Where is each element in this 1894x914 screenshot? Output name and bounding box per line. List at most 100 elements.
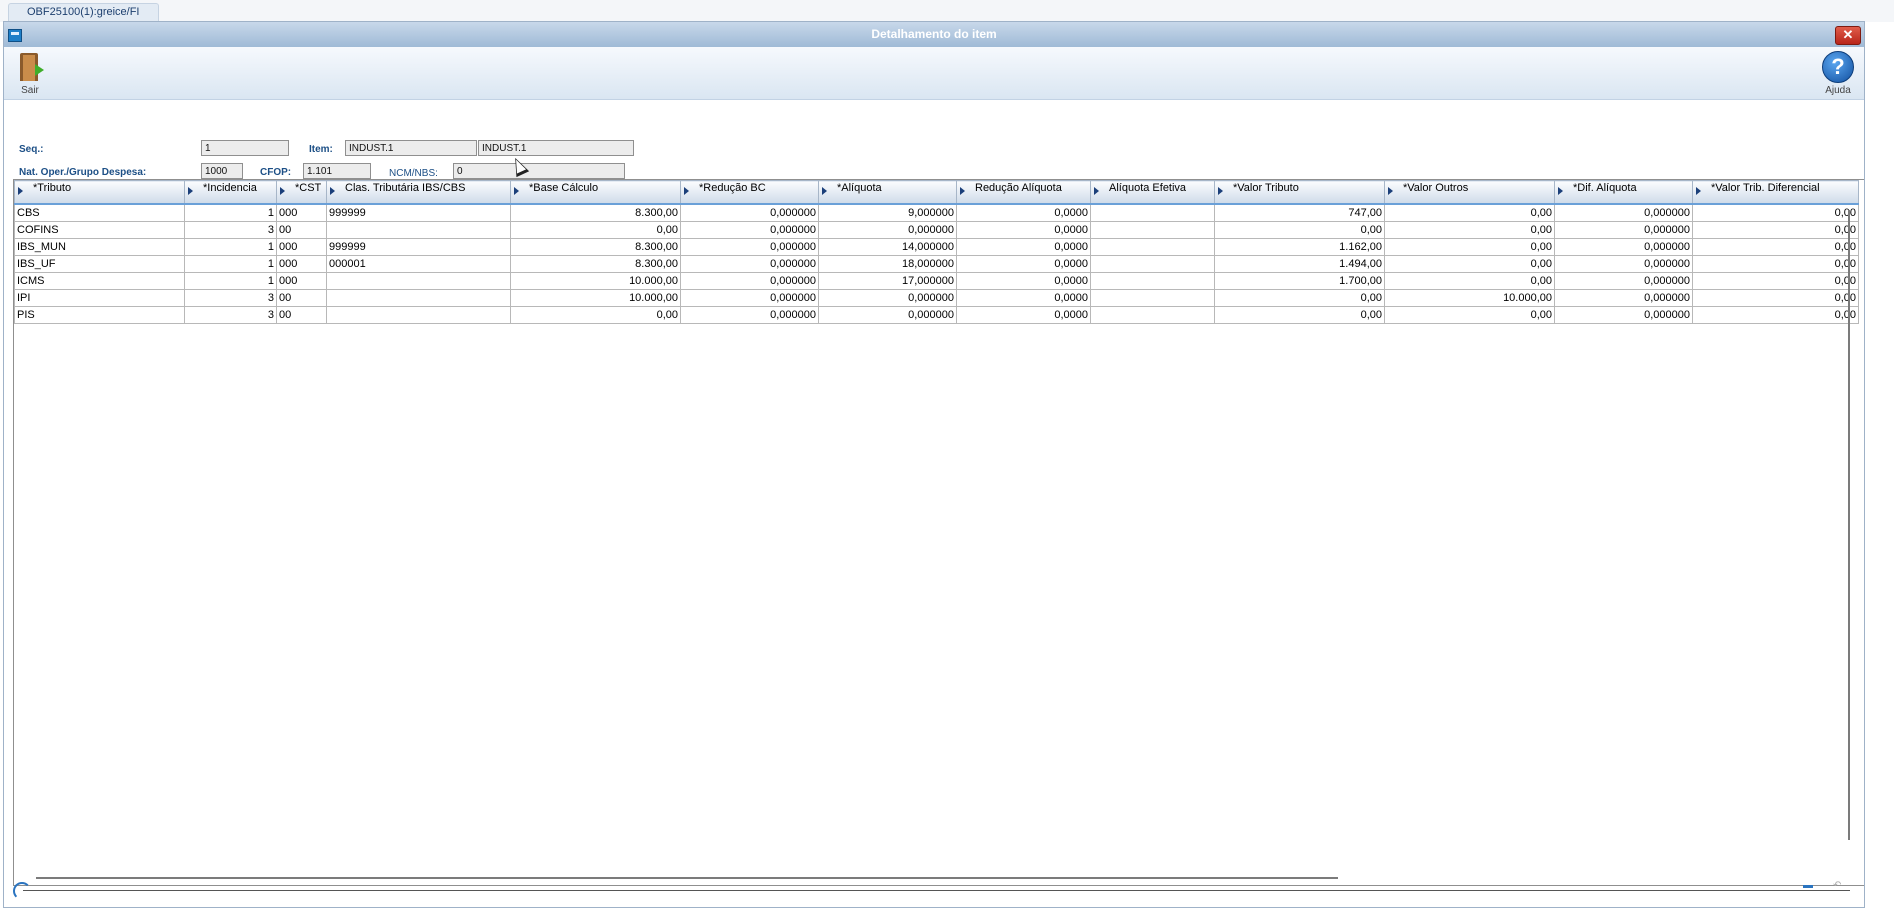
table-cell[interactable]: 0,0000 xyxy=(956,203,1091,222)
table-cell[interactable]: COFINS xyxy=(14,221,185,239)
table-cell[interactable]: PIS xyxy=(14,306,185,324)
exit-button[interactable]: Sair xyxy=(10,51,50,96)
table-cell[interactable]: 0,00 xyxy=(1384,203,1555,222)
table-cell[interactable]: 00 xyxy=(276,289,327,307)
table-cell[interactable]: 0,000000 xyxy=(680,238,819,256)
sort-arrow-icon[interactable] xyxy=(960,187,965,196)
table-cell[interactable]: 0,000000 xyxy=(818,289,957,307)
table-row[interactable]: COFINS 3 00 0,00 0,000000 0,000000 0,0000 0,00 0… xyxy=(14,221,1859,239)
table-cell[interactable]: 9,000000 xyxy=(818,203,957,222)
undo-icon[interactable]: ↶ xyxy=(1833,880,1841,891)
table-cell[interactable]: 0,00 xyxy=(1692,255,1859,273)
table-cell[interactable]: 000 xyxy=(276,272,327,290)
tab-obf25100[interactable]: OBF25100(1):greice/FI xyxy=(8,3,159,21)
table-cell[interactable]: 0,00 xyxy=(1692,221,1859,239)
column-header[interactable]: *Valor Trib. Diferencial xyxy=(1692,180,1859,205)
table-cell[interactable]: 0,000000 xyxy=(680,289,819,307)
table-cell[interactable]: 999999 xyxy=(326,203,511,222)
table-cell[interactable]: 0,000000 xyxy=(680,272,819,290)
table-cell[interactable]: 1 xyxy=(184,272,277,290)
sort-arrow-icon[interactable] xyxy=(514,187,519,196)
help-button[interactable]: ? Ajuda xyxy=(1818,51,1858,96)
table-cell[interactable]: IPI xyxy=(14,289,185,307)
column-header[interactable]: *Redução BC xyxy=(680,180,819,205)
table-cell[interactable]: 1.494,00 xyxy=(1214,255,1385,273)
column-header[interactable]: Alíquota Efetiva xyxy=(1090,180,1215,205)
table-cell[interactable]: 8.300,00 xyxy=(510,255,681,273)
table-cell[interactable]: 0,00 xyxy=(1692,272,1859,290)
table-cell[interactable] xyxy=(1090,221,1215,239)
table-cell[interactable]: 0,00 xyxy=(1384,255,1555,273)
column-header[interactable]: Clas. Tributária IBS/CBS xyxy=(326,180,511,205)
table-cell[interactable]: 18,000000 xyxy=(818,255,957,273)
table-cell[interactable]: 0,000000 xyxy=(1554,289,1693,307)
table-cell[interactable]: 1 xyxy=(184,203,277,222)
column-header[interactable]: *Valor Tributo xyxy=(1214,180,1385,205)
table-cell[interactable]: 0,00 xyxy=(1384,238,1555,256)
sort-arrow-icon[interactable] xyxy=(188,187,193,196)
table-cell[interactable]: 0,00 xyxy=(1214,289,1385,307)
table-cell[interactable]: 0,000000 xyxy=(680,306,819,324)
natop-field[interactable]: 1000 xyxy=(201,163,243,179)
item-code-field[interactable]: INDUST.1 xyxy=(345,140,477,156)
table-cell[interactable]: IBS_MUN xyxy=(14,238,185,256)
table-cell[interactable]: 0,00 xyxy=(1214,221,1385,239)
table-cell[interactable]: 1.700,00 xyxy=(1214,272,1385,290)
table-row[interactable]: CBS 1 000 999999 8.300,00 0,000000 9,000000 0,0… xyxy=(14,203,1859,222)
table-cell[interactable]: 0,00 xyxy=(1214,306,1385,324)
table-cell[interactable]: 0,0000 xyxy=(956,221,1091,239)
sort-arrow-icon[interactable] xyxy=(280,187,285,196)
sort-arrow-icon[interactable] xyxy=(330,187,335,196)
table-cell[interactable]: 0,00 xyxy=(510,306,681,324)
table-cell[interactable]: 000 xyxy=(276,238,327,256)
vertical-scroll-thumb[interactable] xyxy=(1848,210,1850,840)
table-cell[interactable]: 0,000000 xyxy=(680,221,819,239)
column-header[interactable]: *Base Cálculo xyxy=(510,180,681,205)
table-cell[interactable]: 0,000000 xyxy=(1554,203,1693,222)
table-cell[interactable]: 000 xyxy=(276,255,327,273)
table-cell[interactable]: 0,0000 xyxy=(956,238,1091,256)
table-cell[interactable]: 0,000000 xyxy=(680,255,819,273)
table-cell[interactable]: 0,0000 xyxy=(956,255,1091,273)
table-cell[interactable] xyxy=(1090,289,1215,307)
table-cell[interactable]: 3 xyxy=(184,289,277,307)
table-cell[interactable]: 0,000000 xyxy=(818,306,957,324)
sort-arrow-icon[interactable] xyxy=(1094,187,1099,196)
table-cell[interactable]: 0,00 xyxy=(1692,238,1859,256)
table-cell[interactable] xyxy=(1090,306,1215,324)
table-row[interactable]: ICMS 1 000 10.000,00 0,000000 17,000000 0,0000… xyxy=(14,272,1859,290)
sort-arrow-icon[interactable] xyxy=(684,187,689,196)
table-cell[interactable] xyxy=(326,221,511,239)
table-cell[interactable]: 3 xyxy=(184,221,277,239)
table-row[interactable]: IPI 3 00 10.000,00 0,000000 0,000000 0,0000 0,0… xyxy=(14,289,1859,307)
table-cell[interactable]: 0,000000 xyxy=(1554,255,1693,273)
column-header[interactable]: *Alíquota xyxy=(818,180,957,205)
table-cell[interactable]: 0,000000 xyxy=(1554,221,1693,239)
refresh-icon[interactable] xyxy=(13,882,31,900)
sort-arrow-icon[interactable] xyxy=(1696,187,1701,196)
table-cell[interactable]: 17,000000 xyxy=(818,272,957,290)
table-cell[interactable]: CBS xyxy=(14,203,185,222)
table-cell[interactable]: 999999 xyxy=(326,238,511,256)
column-header[interactable]: Redução Alíquota xyxy=(956,180,1091,205)
table-row[interactable]: PIS 3 00 0,00 0,000000 0,000000 0,0000 0,00 0,00… xyxy=(14,306,1859,324)
minimize-icon[interactable]: ▬ xyxy=(1803,880,1813,891)
table-cell[interactable]: IBS_UF xyxy=(14,255,185,273)
sort-arrow-icon[interactable] xyxy=(1558,187,1563,196)
table-cell[interactable]: 0,000000 xyxy=(1554,238,1693,256)
table-cell[interactable] xyxy=(1090,272,1215,290)
table-cell[interactable] xyxy=(1090,203,1215,222)
table-cell[interactable]: 0,00 xyxy=(1692,203,1859,222)
table-cell[interactable] xyxy=(326,289,511,307)
table-cell[interactable]: 00 xyxy=(276,306,327,324)
sort-arrow-icon[interactable] xyxy=(1388,187,1393,196)
table-cell[interactable]: 0,00 xyxy=(1692,306,1859,324)
table-cell[interactable]: 10.000,00 xyxy=(510,272,681,290)
table-cell[interactable]: 00 xyxy=(276,221,327,239)
column-header[interactable]: *CST xyxy=(276,180,327,205)
table-cell[interactable]: 14,000000 xyxy=(818,238,957,256)
table-cell[interactable]: 0,00 xyxy=(510,221,681,239)
table-cell[interactable]: 747,00 xyxy=(1214,203,1385,222)
table-cell[interactable]: 8.300,00 xyxy=(510,203,681,222)
column-header[interactable]: *Tributo xyxy=(14,180,185,205)
